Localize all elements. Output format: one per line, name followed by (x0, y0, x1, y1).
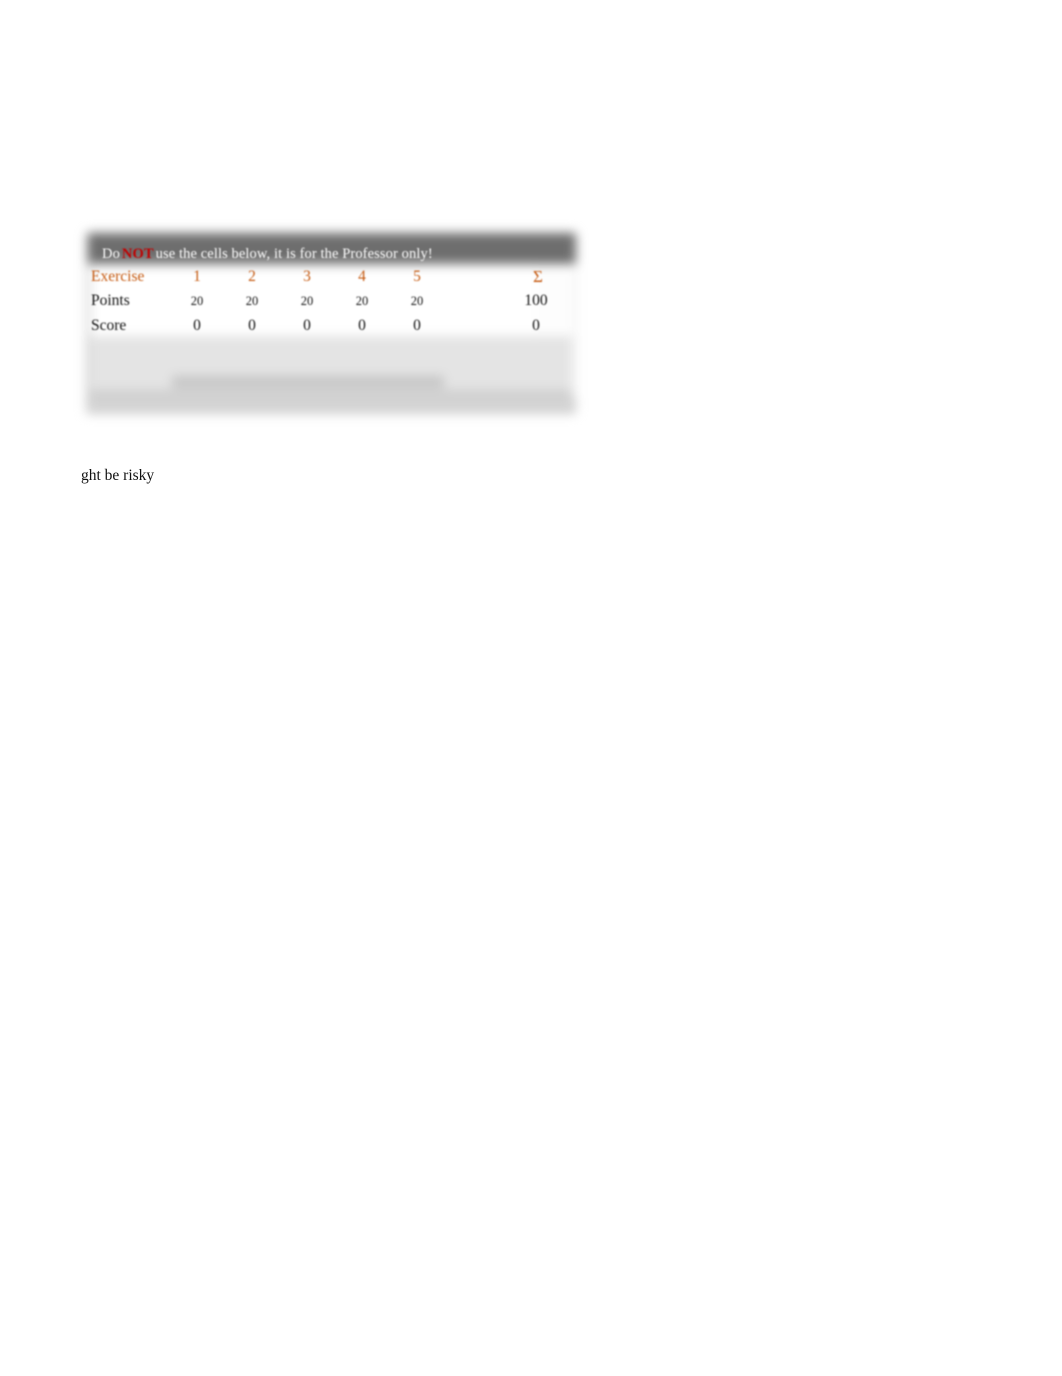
column-header-4: 4 (358, 268, 366, 285)
caption-text: ght be risky (81, 467, 155, 484)
table-text-layer: Do NOT use the cells below, it is for the … (80, 224, 582, 422)
column-header-5: 5 (413, 268, 421, 285)
points-cell-4: 20 (355, 294, 369, 308)
row-label-score: Score (91, 317, 127, 334)
column-header-3: 3 (303, 268, 311, 285)
points-cell-2: 20 (245, 294, 259, 308)
score-total: 0 (532, 317, 540, 334)
score-cell-4: 0 (358, 317, 366, 334)
professor-only-notice: Do NOT use the cells below, it is for the … (102, 246, 433, 263)
column-header-1: 1 (193, 268, 201, 285)
notice-before: Do (102, 246, 120, 262)
score-cell-5: 0 (413, 317, 421, 334)
notice-emphasis: NOT (121, 246, 154, 262)
notice-after: use the cells below, it is for the Profe… (155, 246, 433, 262)
points-cell-1: 20 (190, 294, 204, 308)
points-total: 100 (524, 292, 548, 309)
score-cell-2: 0 (248, 317, 256, 334)
column-header-2: 2 (248, 268, 256, 285)
points-cell-3: 20 (300, 294, 314, 308)
grading-table-fragment: Do NOT use the cells below, it is for the … (80, 224, 582, 422)
row-label-exercise: Exercise (91, 268, 145, 285)
points-cell-5: 20 (410, 294, 424, 308)
row-label-points: Points (91, 292, 130, 309)
score-cell-1: 0 (193, 317, 201, 334)
score-cell-3: 0 (303, 317, 311, 334)
column-header-sum: Σ (533, 267, 543, 286)
